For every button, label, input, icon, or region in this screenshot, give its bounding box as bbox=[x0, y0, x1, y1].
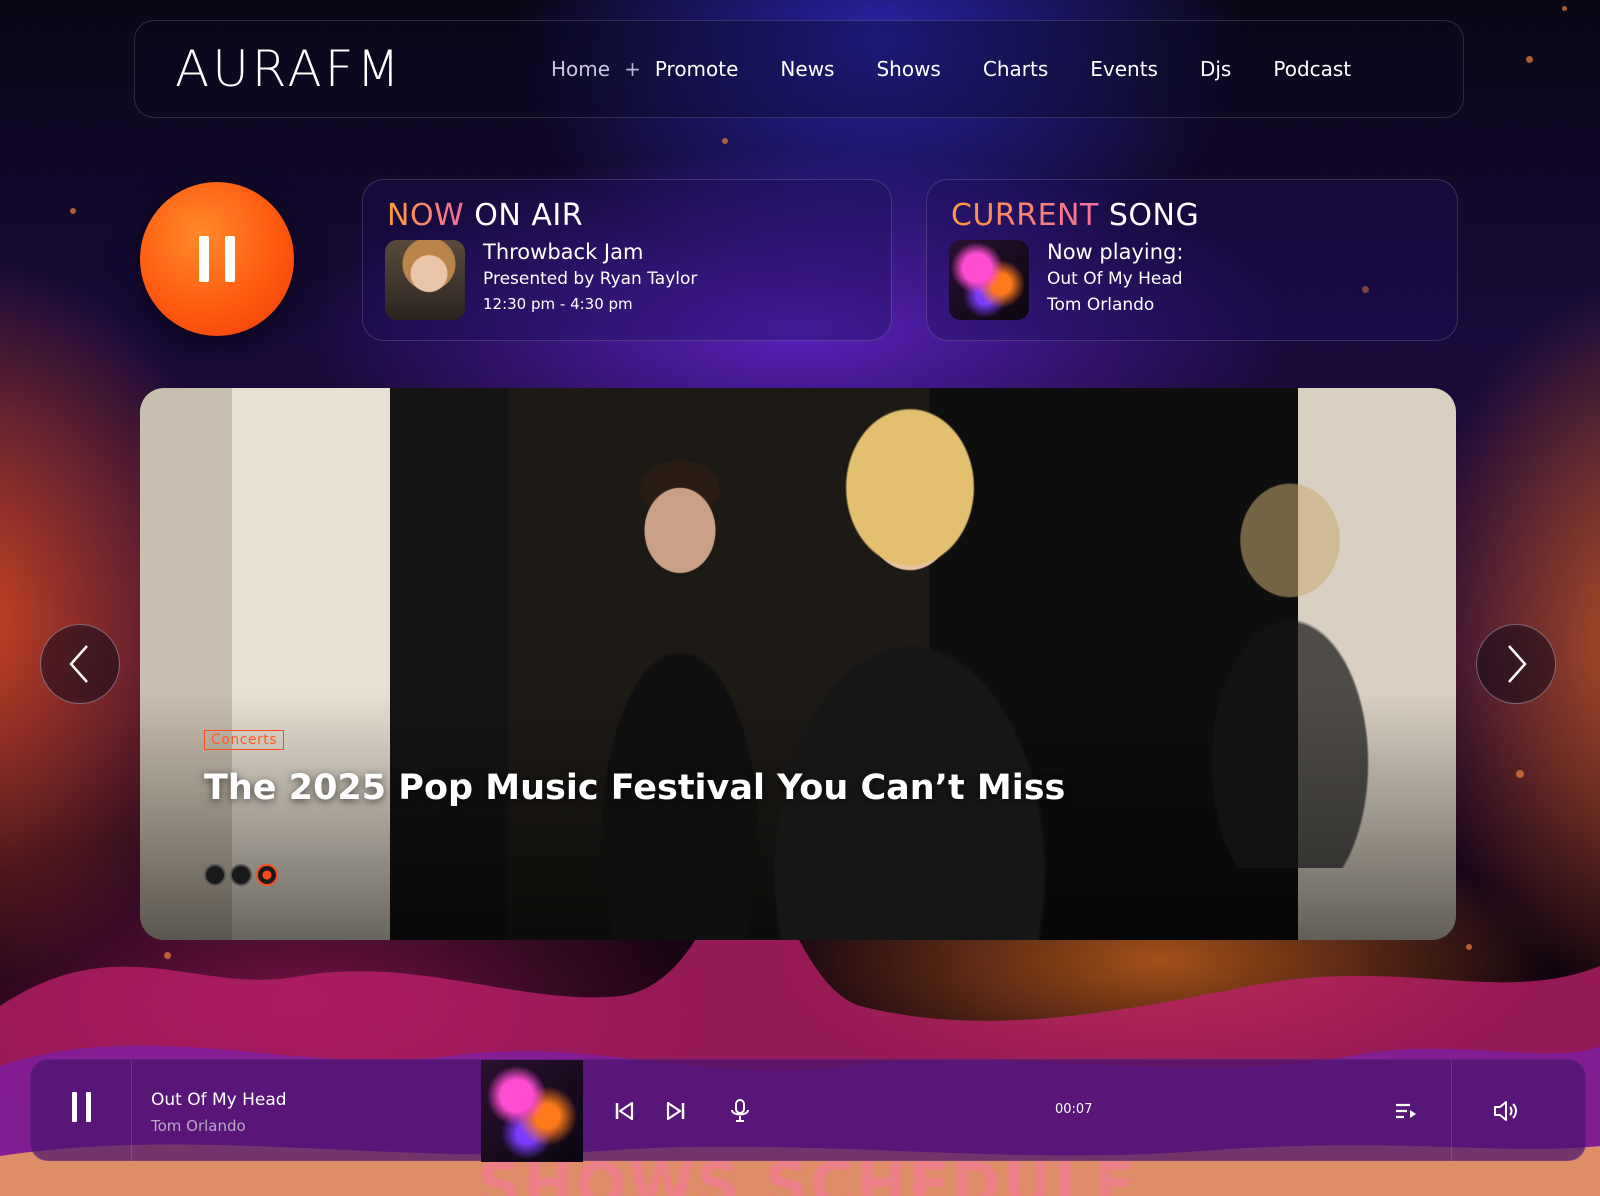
current-song-title: CURRENT SONG bbox=[951, 198, 1200, 233]
nav-item-promote[interactable]: Promote bbox=[655, 57, 739, 81]
nav-item-events[interactable]: Events bbox=[1090, 57, 1158, 81]
nav-item-home[interactable]: Home bbox=[551, 57, 610, 81]
hero-image-reflection bbox=[1200, 448, 1400, 868]
player-pause-button[interactable] bbox=[61, 1092, 101, 1130]
background-dot bbox=[1526, 56, 1533, 63]
live-pause-button[interactable] bbox=[140, 182, 294, 336]
slider-dots bbox=[204, 864, 278, 886]
show-time: 12:30 pm - 4:30 pm bbox=[483, 295, 633, 313]
pause-icon bbox=[199, 236, 209, 282]
microphone-button[interactable] bbox=[725, 1096, 755, 1126]
player-artist: Tom Orlando bbox=[151, 1117, 246, 1135]
pause-icon bbox=[71, 1092, 77, 1122]
nav-item-djs[interactable]: Djs bbox=[1200, 57, 1231, 81]
background-dot bbox=[1562, 6, 1567, 11]
slider-prev-button[interactable] bbox=[40, 624, 120, 704]
hero-headline[interactable]: The 2025 Pop Music Festival You Can’t Mi… bbox=[204, 768, 1065, 808]
category-tag[interactable]: Concerts bbox=[204, 730, 285, 750]
site-header: AURAFM Home + Promote News Shows Charts … bbox=[134, 20, 1464, 118]
slider-dot-active[interactable] bbox=[256, 864, 278, 886]
show-name[interactable]: Throwback Jam bbox=[483, 238, 697, 266]
skip-back-icon bbox=[615, 1101, 634, 1121]
background-dot bbox=[722, 138, 728, 144]
album-art bbox=[949, 240, 1029, 320]
volume-button[interactable] bbox=[1491, 1096, 1521, 1126]
chevron-right-icon bbox=[1508, 645, 1527, 683]
nav-item-shows[interactable]: Shows bbox=[876, 57, 940, 81]
divider bbox=[1451, 1060, 1452, 1162]
nav-item-news[interactable]: News bbox=[780, 57, 834, 81]
skip-back-button[interactable] bbox=[609, 1096, 639, 1126]
nav-item-podcast[interactable]: Podcast bbox=[1273, 57, 1351, 81]
plus-icon[interactable]: + bbox=[624, 57, 641, 81]
player-song-title: Out Of My Head bbox=[151, 1090, 287, 1110]
now-playing-label: Now playing: bbox=[1047, 240, 1184, 264]
current-song-card[interactable]: CURRENT SONG Now playing: Out Of My Head… bbox=[926, 179, 1458, 341]
background-dot bbox=[1516, 770, 1524, 778]
presenter-text: Presented by Ryan Taylor bbox=[483, 269, 698, 289]
slider-dot[interactable] bbox=[230, 864, 252, 886]
slider-dot[interactable] bbox=[204, 864, 226, 886]
playlist-button[interactable] bbox=[1391, 1096, 1421, 1126]
background-dot bbox=[70, 208, 76, 214]
now-on-air-title: NOW ON AIR bbox=[387, 198, 584, 233]
hero-slider[interactable]: Concerts The 2025 Pop Music Festival You… bbox=[140, 388, 1456, 940]
microphone-icon bbox=[731, 1099, 749, 1122]
playlist-icon bbox=[1396, 1103, 1416, 1119]
skip-forward-icon bbox=[666, 1101, 685, 1121]
background-dot bbox=[1466, 944, 1472, 950]
nav-item-charts[interactable]: Charts bbox=[983, 57, 1048, 81]
divider bbox=[131, 1060, 132, 1162]
volume-icon bbox=[1494, 1101, 1517, 1121]
player-elapsed-time: 00:07 bbox=[1055, 1102, 1093, 1117]
site-logo[interactable]: AURAFM bbox=[175, 41, 403, 97]
chevron-left-icon bbox=[69, 645, 88, 683]
host-avatar bbox=[385, 240, 465, 320]
hero-image-main-person bbox=[700, 388, 1120, 940]
song-title: Out Of My Head bbox=[1047, 269, 1183, 289]
main-nav: Home + Promote News Shows Charts Events … bbox=[551, 57, 1393, 81]
player-album-art bbox=[481, 1060, 583, 1162]
skip-forward-button[interactable] bbox=[661, 1096, 691, 1126]
slider-next-button[interactable] bbox=[1476, 624, 1556, 704]
now-on-air-card[interactable]: NOW ON AIR Throwback Jam Presented by Ry… bbox=[362, 179, 892, 341]
song-artist: Tom Orlando bbox=[1047, 295, 1155, 315]
audio-player-bar: Out Of My Head Tom Orlando 00:07 bbox=[30, 1059, 1586, 1162]
background-dot bbox=[164, 952, 171, 959]
